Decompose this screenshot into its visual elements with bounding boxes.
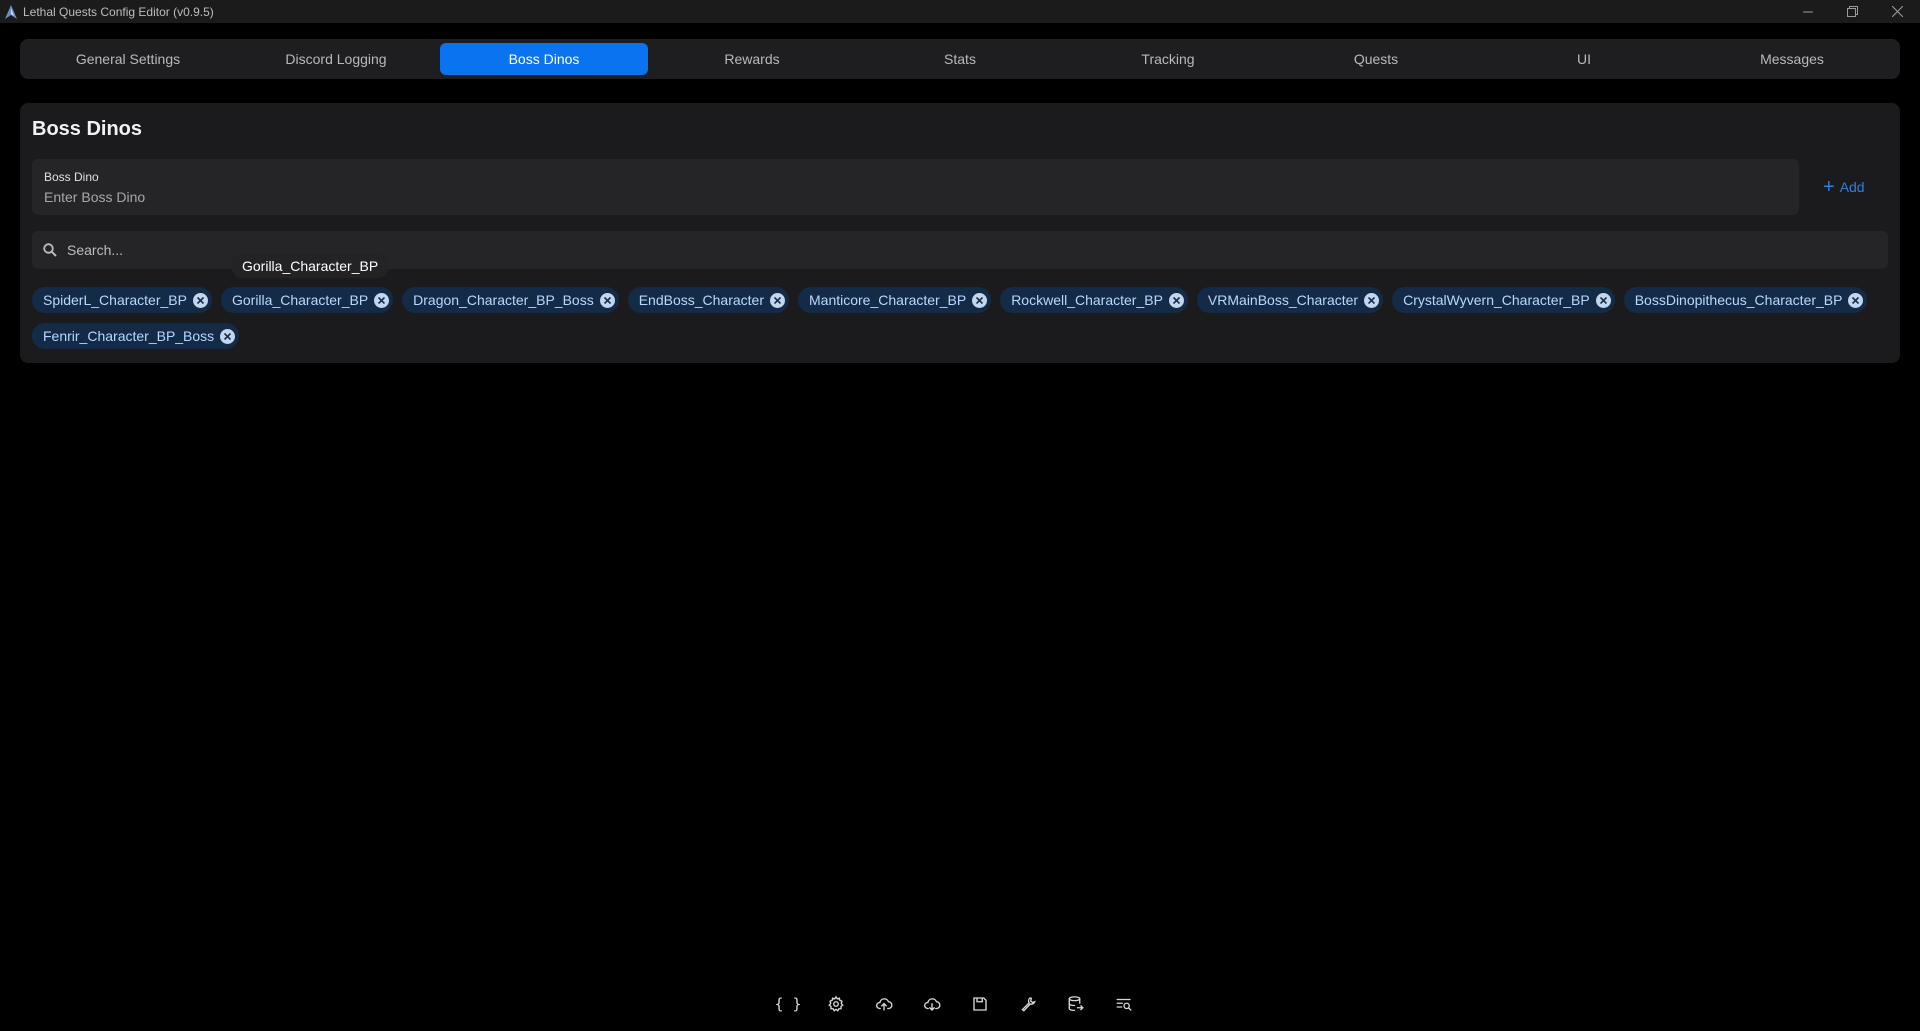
chip-label: BossDinopithecus_Character_BP xyxy=(1634,292,1843,308)
list-item: EndBoss_Character xyxy=(627,287,789,313)
boss-dino-label: Boss Dino xyxy=(44,170,99,184)
chip-label: Manticore_Character_BP xyxy=(809,292,967,308)
cloud-upload-icon[interactable] xyxy=(870,990,898,1018)
chip-label: Gorilla_Character_BP xyxy=(231,292,369,308)
braces-icon[interactable]: { } xyxy=(774,990,802,1018)
wrench-icon[interactable] xyxy=(1014,990,1042,1018)
remove-icon[interactable] xyxy=(599,292,615,308)
chip-label: EndBoss_Character xyxy=(638,292,764,308)
tab-stats[interactable]: Stats xyxy=(856,43,1064,75)
remove-icon[interactable] xyxy=(770,292,785,308)
list-item: Rockwell_Character_BP xyxy=(1000,287,1188,313)
tab-boss-dinos[interactable]: Boss Dinos xyxy=(440,43,648,75)
boss-dinos-panel: Boss Dinos Boss Dino + Add SpiderL_Chara… xyxy=(20,103,1900,363)
close-button[interactable] xyxy=(1875,0,1920,23)
remove-icon[interactable] xyxy=(1848,292,1864,308)
tab-discord-logging[interactable]: Discord Logging xyxy=(232,43,440,75)
window-title: Lethal Quests Config Editor (v0.9.5) xyxy=(23,4,214,19)
list-item: CrystalWyvern_Character_BP xyxy=(1392,287,1615,313)
tab-messages[interactable]: Messages xyxy=(1688,43,1896,75)
remove-icon[interactable] xyxy=(1595,292,1611,308)
window-controls xyxy=(1785,0,1920,23)
boss-dino-field: Boss Dino xyxy=(32,159,1799,215)
list-item: Fenrir_Character_BP_Boss xyxy=(32,323,240,349)
gear-icon[interactable] xyxy=(822,990,850,1018)
plus-icon: + xyxy=(1823,176,1835,198)
chip-label: Dragon_Character_BP_Boss xyxy=(413,292,594,308)
save-icon[interactable] xyxy=(966,990,994,1018)
chip-label: VRMainBoss_Character xyxy=(1207,292,1359,308)
chip-label: SpiderL_Character_BP xyxy=(43,292,187,308)
list-item: Gorilla_Character_BP xyxy=(220,287,394,313)
chip-label: CrystalWyvern_Character_BP xyxy=(1403,292,1590,308)
restore-button[interactable] xyxy=(1830,0,1875,23)
remove-icon[interactable] xyxy=(374,292,390,308)
remove-icon[interactable] xyxy=(972,292,988,308)
boss-dino-list: SpiderL_Character_BP Gorilla_Character_B… xyxy=(32,287,1892,349)
remove-icon[interactable] xyxy=(192,292,208,308)
chip-label: Fenrir_Character_BP_Boss xyxy=(43,328,215,344)
remove-icon[interactable] xyxy=(1364,292,1380,308)
tab-ui[interactable]: UI xyxy=(1480,43,1688,75)
app-logo-icon xyxy=(5,4,19,19)
bottom-toolbar: { } xyxy=(774,990,1138,1018)
cloud-download-icon[interactable] xyxy=(918,990,946,1018)
database-export-icon[interactable] xyxy=(1062,990,1090,1018)
main-tabs: General Settings Discord Logging Boss Di… xyxy=(20,39,1900,79)
add-button-label: Add xyxy=(1839,179,1865,195)
tab-quests[interactable]: Quests xyxy=(1272,43,1480,75)
remove-icon[interactable] xyxy=(220,328,236,344)
tooltip: Gorilla_Character_BP xyxy=(232,254,389,278)
tab-rewards[interactable]: Rewards xyxy=(648,43,856,75)
page-title: Boss Dinos xyxy=(32,118,143,140)
add-button[interactable]: + Add xyxy=(1823,174,1865,200)
search-icon xyxy=(43,242,59,258)
tab-tracking[interactable]: Tracking xyxy=(1064,43,1272,75)
list-item: BossDinopithecus_Character_BP xyxy=(1623,287,1868,313)
search-list-icon[interactable] xyxy=(1110,990,1138,1018)
remove-icon[interactable] xyxy=(1168,292,1184,308)
chip-label: Rockwell_Character_BP xyxy=(1011,292,1163,308)
list-item: VRMainBoss_Character xyxy=(1196,287,1384,313)
list-item: SpiderL_Character_BP xyxy=(32,287,212,313)
minimize-button[interactable] xyxy=(1785,0,1830,23)
title-bar: Lethal Quests Config Editor (v0.9.5) xyxy=(0,0,1920,23)
list-item: Dragon_Character_BP_Boss xyxy=(402,287,619,313)
list-item: Manticore_Character_BP xyxy=(798,287,992,313)
boss-dino-input[interactable] xyxy=(44,187,1784,207)
tab-general-settings[interactable]: General Settings xyxy=(24,43,232,75)
